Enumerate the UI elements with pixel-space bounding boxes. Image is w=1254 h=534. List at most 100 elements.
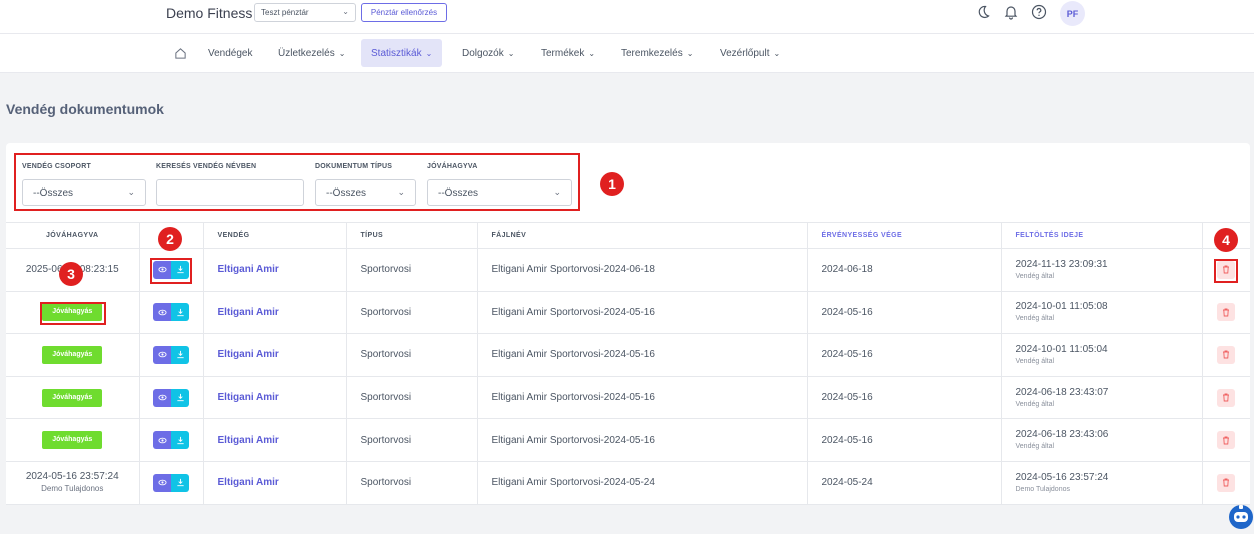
view-button[interactable]	[153, 345, 171, 364]
eye-icon	[157, 394, 167, 401]
upload-cell: 2024-06-18 23:43:07 Vendég által	[1001, 376, 1203, 420]
delete-button[interactable]	[1217, 345, 1236, 364]
upload-date: 2024-11-13 23:09:31	[1015, 258, 1108, 270]
help-icon[interactable]	[1031, 4, 1047, 20]
bell-icon[interactable]	[1003, 4, 1019, 20]
download-button[interactable]	[171, 473, 189, 492]
approved-by: Demo Tulajdonos	[41, 484, 104, 494]
register-select[interactable]: Teszt pénztár ⌄	[254, 3, 356, 22]
guest-cell: Eltigani Amir	[203, 376, 347, 420]
filename-cell: Eltigani Amir Sportorvosi-2024-06-18	[477, 248, 808, 292]
top-bar: Demo Fitness Teszt pénztár ⌄ Pénztár ell…	[0, 0, 1254, 34]
annotation-box-filters	[14, 153, 580, 211]
nav-item-products[interactable]: Termékek ⌄	[531, 39, 605, 67]
eye-icon	[157, 437, 167, 443]
col-header-guest[interactable]: VENDÉG	[203, 222, 347, 249]
actions-cell	[139, 418, 204, 462]
type-cell: Sportorvosi	[346, 333, 478, 377]
approve-button[interactable]: Jóváhagyás	[42, 431, 103, 450]
guest-cell: Eltigani Amir	[203, 248, 347, 292]
main-navigation: Vendégek Üzletkezelés ⌄ Statisztikák ⌄ D…	[0, 34, 1254, 73]
filename-cell: Eltigani Amir Sportorvosi-2024-05-16	[477, 291, 808, 335]
home-icon[interactable]	[174, 47, 187, 60]
col-header-type[interactable]: TÍPUS	[346, 222, 478, 249]
upload-by: Vendég által	[1015, 272, 1055, 280]
download-button[interactable]	[171, 345, 189, 364]
upload-date: 2024-06-18 23:43:06	[1015, 429, 1109, 441]
chatbot-icon[interactable]	[1228, 502, 1254, 534]
nav-item-label: Termékek	[541, 47, 585, 59]
moon-icon[interactable]	[975, 4, 991, 20]
view-button[interactable]	[153, 388, 171, 407]
upload-cell: 2024-10-01 11:05:08 Vendég által	[1001, 291, 1203, 335]
guest-link[interactable]: Eltigani Amir	[218, 392, 279, 403]
annotation-badge-4: 4	[1214, 228, 1238, 252]
chevron-down-icon: ⌄	[588, 48, 596, 58]
actions-cell	[139, 461, 204, 505]
chevron-down-icon: ⌄	[686, 48, 694, 58]
guest-link[interactable]: Eltigani Amir	[218, 307, 279, 318]
nav-item-employees[interactable]: Dolgozók ⌄	[452, 39, 524, 67]
view-button[interactable]	[153, 431, 171, 450]
delete-button[interactable]	[1217, 431, 1236, 450]
trash-icon	[1223, 308, 1230, 317]
delete-cell	[1202, 461, 1250, 505]
guest-link[interactable]: Eltigani Amir	[218, 349, 279, 360]
approved-cell: Jóváhagyás	[6, 333, 140, 377]
register-check-button[interactable]: Pénztár ellenőrzés	[361, 3, 447, 22]
type-cell: Sportorvosi	[346, 376, 478, 420]
nav-item-label: Vendégek	[208, 47, 253, 59]
upload-date: 2024-06-18 23:43:07	[1015, 386, 1109, 398]
view-button[interactable]	[153, 303, 171, 322]
nav-item-rooms[interactable]: Teremkezelés ⌄	[611, 39, 703, 67]
document-action-group	[153, 473, 189, 492]
expiry-cell: 2024-05-16	[807, 333, 1002, 377]
annotation-box-actions	[150, 258, 192, 284]
table-row: Jóváhagyás Eltigani Amir Sportorvosi Elt…	[6, 376, 1250, 420]
nav-item-statistics[interactable]: Statisztikák ⌄	[361, 39, 443, 67]
approved-cell: Jóváhagyás	[6, 418, 140, 462]
col-header-expiry[interactable]: ÉRVÉNYESSÉG VÉGE	[807, 222, 1002, 249]
nav-item-dashboard[interactable]: Vezérlőpult ⌄	[710, 39, 790, 67]
view-button[interactable]	[153, 473, 171, 492]
col-header-filename[interactable]: FÁJLNÉV	[477, 222, 808, 249]
approved-cell: 2024-05-16 23:57:24 Demo Tulajdonos	[6, 461, 140, 505]
approved-date: 2024-05-16 23:57:24	[25, 471, 119, 483]
nav-item-label: Dolgozók	[462, 47, 504, 59]
upload-cell: 2024-11-13 23:09:31 Vendég által	[1001, 248, 1203, 292]
chevron-down-icon: ⌄	[425, 48, 433, 58]
trash-icon	[1223, 478, 1230, 487]
upload-by: Vendég által	[1015, 357, 1055, 365]
expiry-cell: 2024-05-16	[807, 291, 1002, 335]
document-action-group	[153, 303, 189, 322]
guest-link[interactable]: Eltigani Amir	[218, 477, 279, 488]
guest-link[interactable]: Eltigani Amir	[218, 264, 279, 275]
annotation-badge-1: 1	[600, 172, 624, 196]
nav-item-business[interactable]: Üzletkezelés ⌄	[268, 39, 355, 67]
guest-link[interactable]: Eltigani Amir	[218, 435, 279, 446]
delete-cell	[1202, 418, 1250, 462]
download-icon	[176, 436, 184, 444]
download-button[interactable]	[171, 431, 189, 450]
delete-button[interactable]	[1217, 303, 1236, 322]
eye-icon	[157, 352, 167, 358]
eye-icon	[157, 479, 167, 486]
documents-table: JÓVÁHAGYVA VENDÉG TÍPUS FÁJLNÉV ÉRVÉNYES…	[6, 222, 1250, 505]
col-header-approved[interactable]: JÓVÁHAGYVA	[6, 222, 140, 249]
table-row: 2025-06-15 08:23:15 Eltigani Amir Sporto…	[6, 248, 1250, 292]
delete-button[interactable]	[1217, 473, 1236, 492]
expiry-cell: 2024-05-24	[807, 461, 1002, 505]
approve-button[interactable]: Jóváhagyás	[42, 345, 103, 364]
approve-button[interactable]: Jóváhagyás	[42, 388, 103, 407]
nav-item-guests[interactable]: Vendégek	[198, 39, 263, 67]
annotation-box-delete	[1214, 259, 1238, 283]
col-header-upload-time[interactable]: FELTÖLTÉS IDEJE	[1001, 222, 1203, 249]
register-select-value: Teszt pénztár	[261, 8, 309, 17]
download-button[interactable]	[171, 303, 189, 322]
table-row: 2024-05-16 23:57:24 Demo Tulajdonos Elti…	[6, 461, 1250, 505]
avatar[interactable]: PF	[1060, 1, 1085, 26]
delete-button[interactable]	[1217, 388, 1236, 407]
document-action-group	[153, 388, 189, 407]
filename-cell: Eltigani Amir Sportorvosi-2024-05-16	[477, 376, 808, 420]
download-button[interactable]	[171, 388, 189, 407]
